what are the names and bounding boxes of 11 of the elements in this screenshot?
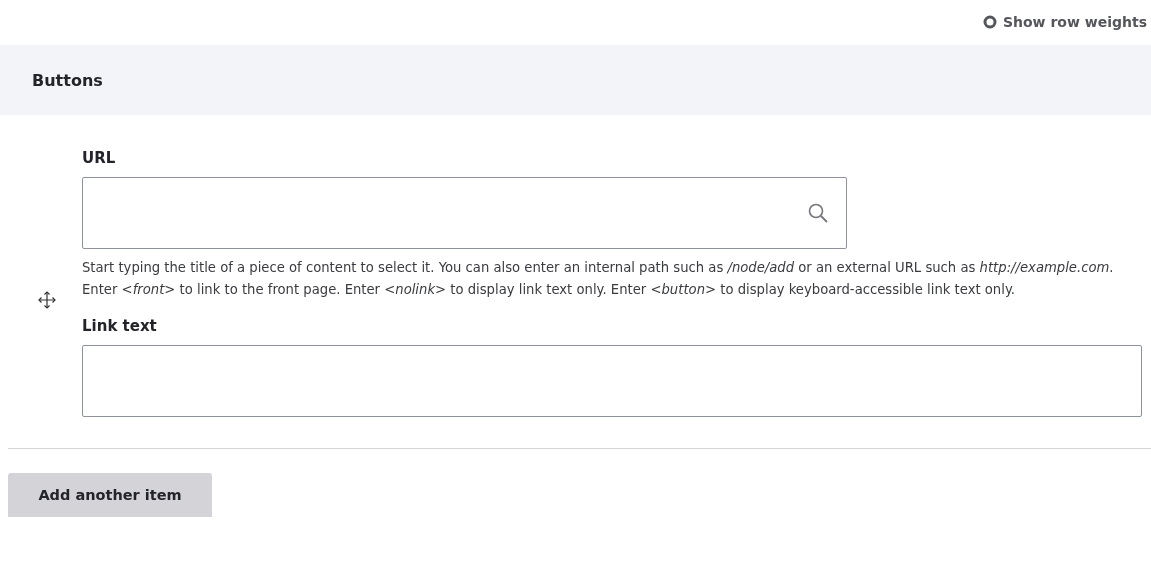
circle-icon [982, 15, 997, 29]
section-title: Buttons [32, 70, 103, 90]
field-label: Link text [82, 317, 158, 335]
link-text-field[interactable] [82, 345, 1142, 417]
add-another-item-button[interactable]: Add another item [8, 473, 212, 517]
show-row-weights-link[interactable]: Show row weights [982, 0, 1151, 30]
drag-handle-icon[interactable] [38, 291, 56, 309]
field-description: Start typing the title of a piece of content to select it. You can also enter an internal path such as /node/add or an external URL such as http://example.com. Enter <front> to link to the front page. Enter <nolink> to display link text only. Enter <button> to display keyboard-accessible link text only. [82, 259, 1115, 299]
search-icon [808, 203, 828, 223]
url-field[interactable] [82, 177, 847, 249]
field-label: URL [82, 149, 117, 167]
